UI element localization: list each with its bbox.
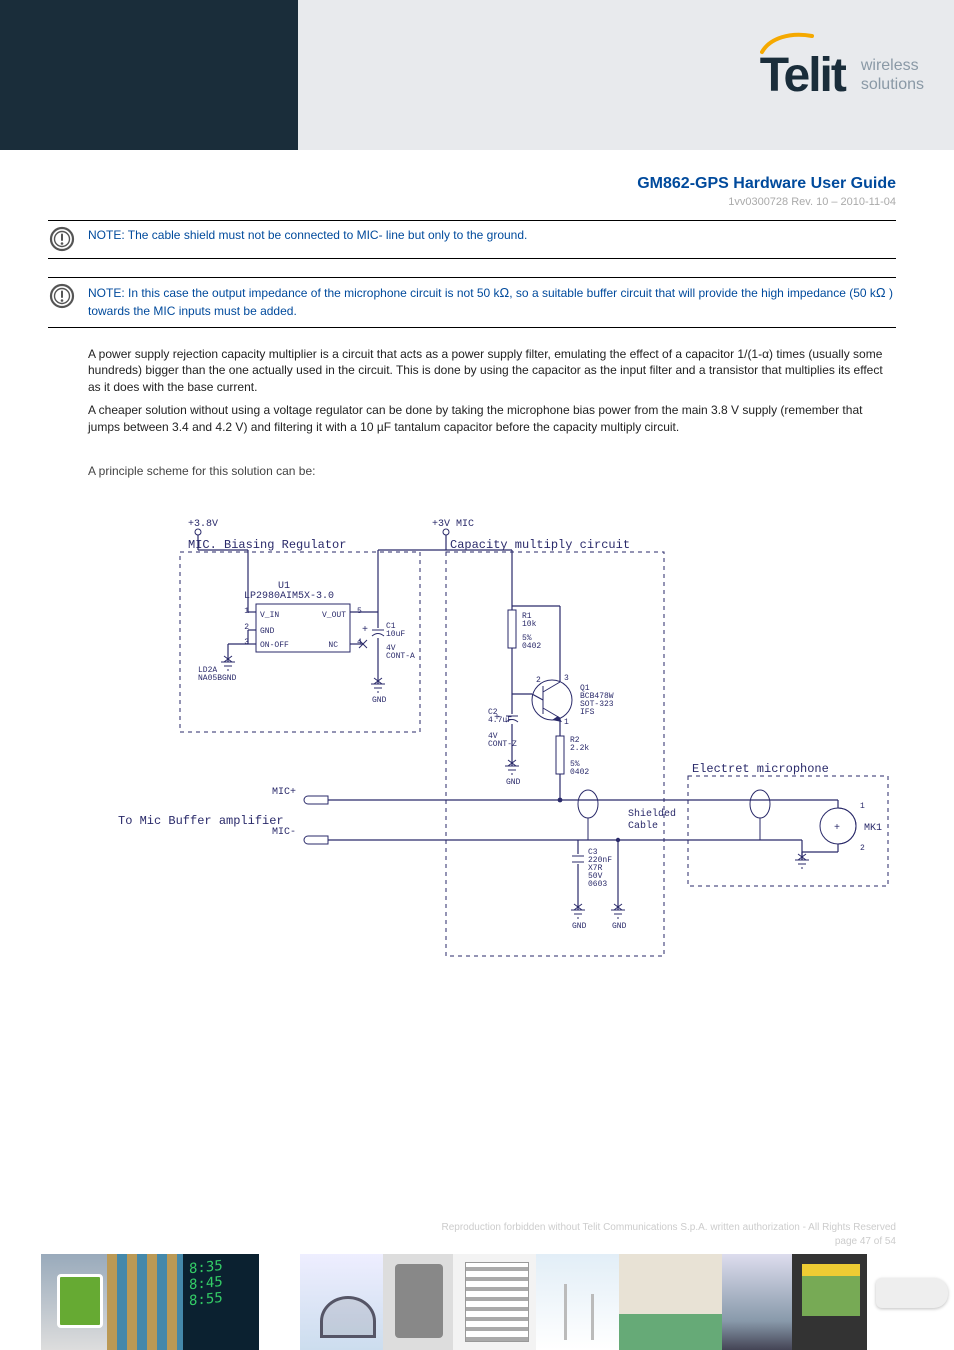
note-2-text: NOTE: In this case the output impedance …: [88, 282, 896, 320]
footer-tile-vending: [453, 1254, 536, 1350]
schematic-block-mic: Electret microphone: [692, 762, 829, 776]
brand-tagline-l1: wireless: [861, 56, 924, 75]
note-2-mid: , so a suitable buffer circuit that will…: [509, 286, 876, 300]
u1-pin-vout: V_OUT: [322, 611, 346, 620]
footer-image-strip: 8:358:458:55: [0, 1254, 954, 1350]
ohm-symbol: Ω: [500, 285, 510, 300]
footer-tile-device: [383, 1254, 453, 1350]
gnd-c3: GND: [572, 922, 587, 931]
gnd-shield: GND: [612, 922, 627, 931]
content-body: NOTE: The cable shield must not be conne…: [0, 210, 954, 984]
r2-pkg: 0402: [570, 768, 589, 777]
to-buffer-label: To Mic Buffer amplifier: [118, 814, 284, 828]
svg-text:+: +: [362, 625, 368, 636]
document-title: GM862-GPS Hardware User Guide: [0, 150, 954, 193]
footer-page: page 47 of 54: [442, 1235, 897, 1249]
svg-text:1: 1: [860, 802, 865, 811]
header-right-block: Telit wireless solutions: [298, 0, 954, 150]
document-code: 1vv0300728 Rev. 10 – 2010-11-04: [0, 195, 954, 210]
rail-mic-label: +3V MIC: [432, 519, 474, 530]
note-2-pre: NOTE: In this case the output impedance …: [88, 286, 500, 300]
footer-tile-containers: [619, 1254, 723, 1350]
r2-val: 2.2k: [570, 744, 589, 753]
note-icon: [48, 225, 76, 252]
c1-val: 10uF: [386, 630, 405, 639]
schematic-heading: A principle scheme for this solution can…: [88, 464, 896, 478]
mic-plus-label: MIC+: [272, 787, 296, 798]
mic-minus-label: MIC-: [272, 827, 296, 838]
ohm-symbol: Ω: [876, 285, 886, 300]
r1-val: 10k: [522, 620, 537, 629]
footer-tile-camera: [867, 1254, 954, 1350]
paragraph-1: A power supply rejection capacity multip…: [88, 346, 896, 396]
u1-part: LP2980AIM5X-3.0: [244, 591, 334, 602]
brand-tagline: wireless solutions: [861, 56, 924, 94]
svg-text:5: 5: [357, 607, 362, 616]
svg-text:2: 2: [536, 676, 541, 685]
c1-pkg: CONT-A: [386, 652, 415, 661]
gnd-c2: GND: [506, 778, 521, 787]
footer-rights: Reproduction forbidden without Telit Com…: [442, 1221, 897, 1235]
footer-tile-road: [722, 1254, 792, 1350]
svg-text:+: +: [834, 823, 840, 834]
note-2-block: NOTE: In this case the output impedance …: [48, 277, 896, 327]
footer-tile-sign: [41, 1254, 107, 1350]
footer-tile-clock: 8:358:458:55: [183, 1254, 259, 1350]
note-1-block: NOTE: The cable shield must not be conne…: [48, 220, 896, 259]
schematic-block-cap: Capacity multiply circuit: [450, 538, 630, 552]
brand-name: Telit: [760, 49, 845, 102]
u1-pin-vin: V_IN: [260, 611, 279, 620]
q1-fab: IFS: [580, 708, 595, 717]
footer-tile-wind: [536, 1254, 619, 1350]
shielded-label: Shielded: [628, 808, 676, 820]
gnd-c1: GND: [372, 696, 387, 705]
footer-tile: [0, 1254, 41, 1350]
note-1-text: NOTE: The cable shield must not be conne…: [88, 225, 896, 244]
footer-tile-taxi: [792, 1254, 867, 1350]
brand-tagline-l2: solutions: [861, 75, 924, 94]
brand-logo: Telit wireless solutions: [760, 48, 924, 103]
u1-pin-nc: NC: [328, 641, 338, 650]
c3-pkg: 0603: [588, 880, 607, 889]
rail-in-label: +3.8V: [188, 519, 218, 530]
u1-pin-gnd: GND: [260, 627, 275, 636]
u1-pin-onoff: ON-OFF: [260, 641, 289, 650]
footer-tile: [259, 1254, 300, 1350]
c2-pkg: CONT-Z: [488, 740, 517, 749]
u1-pkg-2: NA05B: [198, 674, 222, 683]
svg-text:2: 2: [860, 844, 865, 853]
page-header: Telit wireless solutions: [0, 0, 954, 150]
footer-tile-building: [107, 1254, 182, 1350]
svg-text:1: 1: [564, 718, 569, 727]
footer-meta: Reproduction forbidden without Telit Com…: [442, 1221, 897, 1248]
logo-swoosh-icon: [760, 30, 815, 55]
footer-tile-bike: [300, 1254, 383, 1350]
schematic-diagram: +3.8V +3V MIC MIC. Biasing Regulator U1 …: [88, 510, 908, 985]
gnd-reg: GND: [222, 674, 237, 683]
paragraph-2: A cheaper solution without using a volta…: [88, 402, 896, 436]
note-icon: [48, 282, 76, 309]
svg-text:3: 3: [564, 674, 569, 683]
schematic-block-reg: MIC. Biasing Regulator: [188, 538, 346, 552]
mk1-ref: MK1: [864, 823, 882, 834]
r1-pkg: 0402: [522, 642, 541, 651]
c2-val: 4.7uF: [488, 716, 512, 725]
cable-label: Cable: [628, 820, 658, 832]
header-left-block: [0, 0, 298, 150]
